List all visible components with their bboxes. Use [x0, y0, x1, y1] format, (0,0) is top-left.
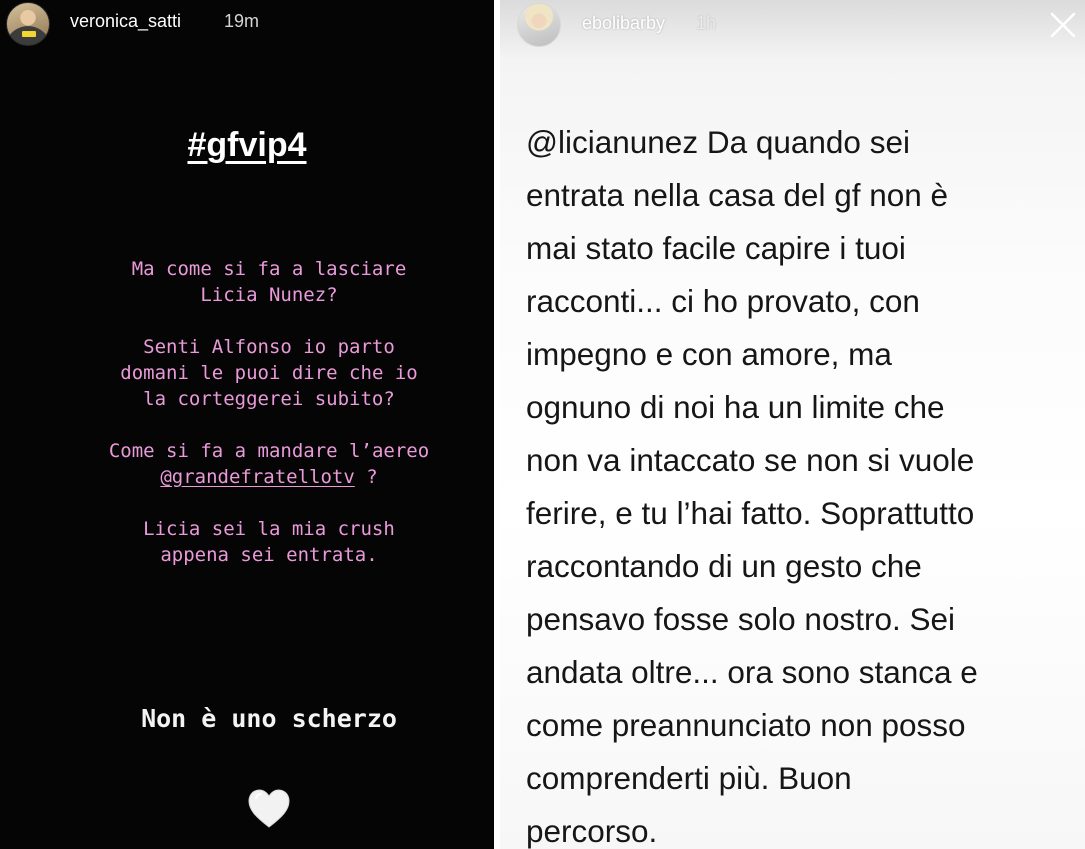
story-paragraph-1: Ma come si fa a lasciare Licia Nunez?: [131, 258, 407, 306]
close-icon[interactable]: [1048, 10, 1078, 40]
hashtag-link[interactable]: #gfvip4: [0, 126, 494, 165]
profile-avatar-left[interactable]: [6, 2, 50, 46]
white-heart-icon: [246, 786, 292, 832]
story-message: @licianunez Da quando sei entrata nella …: [526, 124, 978, 849]
left-story-header: veronica_satti 19m: [0, 0, 494, 48]
mention-grandefratellotv[interactable]: @grandefratellotv: [160, 466, 354, 488]
story-paragraph-2: Senti Alfonso io parto domani le puoi di…: [120, 336, 418, 410]
paragraph-3-line-1: Come si fa a mandare l’aereo: [108, 440, 430, 462]
profile-avatar-right[interactable]: [517, 3, 561, 47]
right-story-panel[interactable]: ebolibarby 1h @licianunez Da quando sei …: [500, 0, 1085, 849]
username-left[interactable]: veronica_satti: [70, 11, 181, 32]
story-time-left: 19m: [224, 11, 260, 31]
paragraph-3-tail: ?: [354, 466, 378, 488]
story-paragraph-3: Come si fa a mandare l’aereo @grandefrat…: [30, 438, 494, 490]
closing-statement: Non è uno scherzo: [141, 704, 397, 733]
story-paragraph-4: Licia sei la mia crush appena sei entrat…: [143, 518, 395, 566]
story-time-right: 1h: [696, 13, 717, 33]
shirt-badge-icon: [22, 31, 36, 37]
username-right[interactable]: ebolibarby: [582, 13, 665, 34]
left-story-panel[interactable]: veronica_satti 19m #gfvip4 Ma come si fa…: [0, 0, 494, 849]
